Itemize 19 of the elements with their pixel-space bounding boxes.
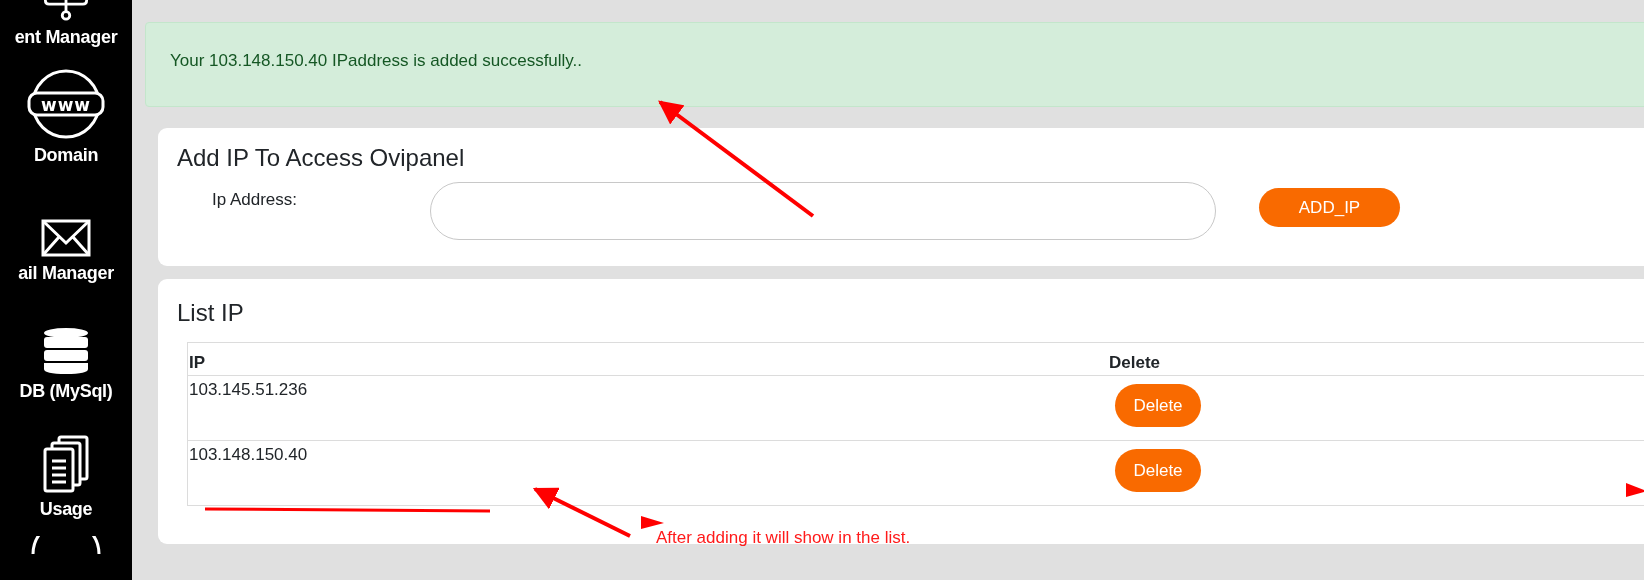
pointer-icon (641, 516, 664, 529)
field-label: Ip Address: (211, 189, 299, 210)
envelope-icon (41, 219, 91, 257)
table-cell: 103.145.51.236 (187, 375, 1108, 441)
sidebar-item[interactable]: DB (MySql) (19, 381, 113, 402)
annotation-note: After adding it will show in the list. (656, 528, 911, 548)
column-header: Delete (1108, 342, 1644, 376)
success-alert: Your 103.148.150.40 IPaddress is added successfully.. (145, 22, 1644, 107)
sidebar-item[interactable]: ail Manager (18, 263, 114, 284)
sidebar-item[interactable]: Usage (39, 499, 93, 520)
card-title: Add IP To Access Ovipanel (177, 144, 466, 172)
sidebar-item[interactable]: Domain (33, 145, 99, 166)
table-cell: 103.148.150.40 (187, 440, 1108, 506)
column-header: IP (187, 342, 1108, 376)
database-icon (43, 327, 89, 375)
pointer-icon (1626, 483, 1644, 497)
documents-icon (43, 435, 89, 493)
card-title: List IP (177, 299, 245, 327)
sidebar-item[interactable]: ent Manager (14, 27, 118, 48)
